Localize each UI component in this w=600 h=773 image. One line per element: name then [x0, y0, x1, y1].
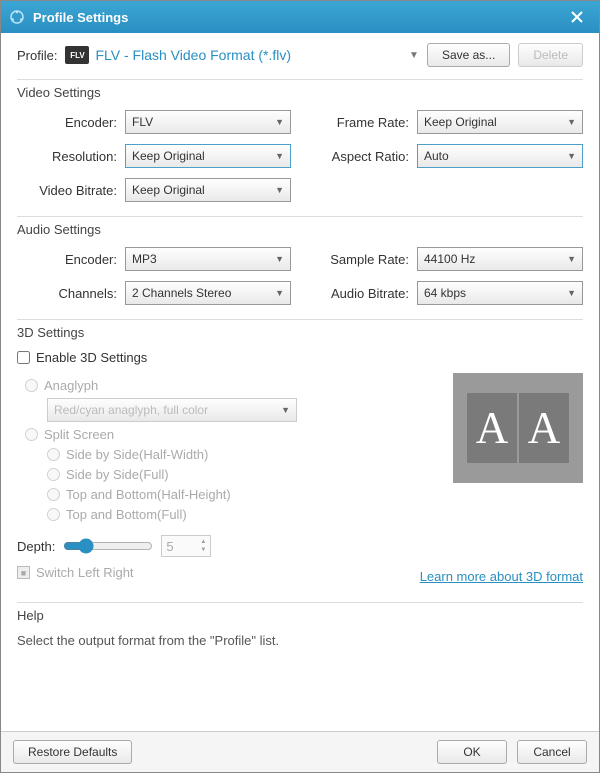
anaglyph-dropdown: Red/cyan anaglyph, full color ▼ [47, 398, 297, 422]
app-icon [9, 9, 25, 25]
aspect-dropdown[interactable]: Auto ▼ [417, 144, 583, 168]
audio-section: Audio Settings Encoder: MP3 ▼ Sample Rat… [17, 218, 583, 305]
footer: Restore Defaults OK Cancel [1, 731, 599, 772]
tab-half-radio [47, 488, 60, 501]
ok-button[interactable]: OK [437, 740, 507, 764]
sbs-half-label: Side by Side(Half-Width) [66, 447, 208, 462]
chevron-down-icon: ▼ [275, 254, 284, 264]
cancel-button[interactable]: Cancel [517, 740, 587, 764]
depth-label: Depth: [17, 539, 55, 554]
spinner-value: 5 [166, 539, 173, 554]
chevron-down-icon: ▼ [275, 288, 284, 298]
dropdown-value: Keep Original [132, 149, 205, 163]
sbs-half-radio [47, 448, 60, 461]
audio-title: Audio Settings [17, 222, 583, 237]
channels-label: Channels: [17, 286, 117, 301]
close-button[interactable] [563, 3, 591, 31]
channels-dropdown[interactable]: 2 Channels Stereo ▼ [125, 281, 291, 305]
video-section: Video Settings Encoder: FLV ▼ Frame Rate… [17, 81, 583, 202]
chevron-down-icon: ▼ [567, 151, 576, 161]
help-section: Help Select the output format from the "… [17, 604, 583, 648]
resolution-label: Resolution: [17, 149, 117, 164]
chevron-down-icon: ▼ [567, 288, 576, 298]
chevron-down-icon: ▼ [567, 117, 576, 127]
dropdown-value: FLV [132, 115, 153, 129]
depth-spinner: 5 ▲▼ [161, 535, 211, 557]
profile-select[interactable]: FLV FLV - Flash Video Format (*.flv) ▼ [65, 46, 418, 64]
chevron-down-icon: ▼ [275, 117, 284, 127]
audio-bitrate-dropdown[interactable]: 64 kbps ▼ [417, 281, 583, 305]
threed-title: 3D Settings [17, 325, 583, 340]
audio-encoder-dropdown[interactable]: MP3 ▼ [125, 247, 291, 271]
video-encoder-dropdown[interactable]: FLV ▼ [125, 110, 291, 134]
chevron-down-icon: ▼ [409, 50, 419, 61]
resolution-dropdown[interactable]: Keep Original ▼ [125, 144, 291, 168]
video-title: Video Settings [17, 85, 583, 100]
preview-letter: A [519, 393, 569, 463]
learn-more-link[interactable]: Learn more about 3D format [420, 569, 583, 584]
chevron-down-icon: ▼ [275, 185, 284, 195]
samplerate-dropdown[interactable]: 44100 Hz ▼ [417, 247, 583, 271]
depth-slider[interactable] [63, 538, 153, 554]
spinner-arrows: ▲▼ [200, 538, 206, 554]
video-bitrate-dropdown[interactable]: Keep Original ▼ [125, 178, 291, 202]
encoder-label: Encoder: [17, 115, 117, 130]
chevron-down-icon: ▼ [275, 151, 284, 161]
chevron-down-icon: ▼ [567, 254, 576, 264]
dropdown-value: 44100 Hz [424, 252, 475, 266]
framerate-label: Frame Rate: [309, 115, 409, 130]
content-area: Profile: FLV FLV - Flash Video Format (*… [1, 33, 599, 731]
profile-row: Profile: FLV FLV - Flash Video Format (*… [17, 43, 583, 67]
help-text: Select the output format from the "Profi… [17, 633, 583, 648]
preview-letter: A [467, 393, 517, 463]
video-bitrate-label: Video Bitrate: [17, 183, 117, 198]
dropdown-value: Red/cyan anaglyph, full color [54, 403, 208, 417]
flv-icon: FLV [65, 46, 89, 64]
dropdown-value: 2 Channels Stereo [132, 286, 231, 300]
dropdown-value: Auto [424, 149, 449, 163]
tab-full-label: Top and Bottom(Full) [66, 507, 187, 522]
tab-half-label: Top and Bottom(Half-Height) [66, 487, 231, 502]
anaglyph-radio [25, 379, 38, 392]
titlebar: Profile Settings [1, 1, 599, 33]
framerate-dropdown[interactable]: Keep Original ▼ [417, 110, 583, 134]
sbs-full-label: Side by Side(Full) [66, 467, 169, 482]
split-label: Split Screen [44, 427, 114, 442]
chevron-down-icon: ▼ [281, 405, 290, 415]
window-title: Profile Settings [33, 10, 128, 25]
restore-defaults-button[interactable]: Restore Defaults [13, 740, 132, 764]
sbs-full-radio [47, 468, 60, 481]
aspect-label: Aspect Ratio: [309, 149, 409, 164]
dropdown-value: 64 kbps [424, 286, 466, 300]
saveas-button[interactable]: Save as... [427, 43, 510, 67]
help-title: Help [17, 608, 583, 623]
audio-bitrate-label: Audio Bitrate: [309, 286, 409, 301]
dropdown-value: Keep Original [424, 115, 497, 129]
audio-encoder-label: Encoder: [17, 252, 117, 267]
tab-full-radio [47, 508, 60, 521]
threed-preview-area: A A [453, 373, 583, 527]
switch-label: Switch Left Right [36, 565, 134, 580]
profile-label: Profile: [17, 48, 57, 63]
enable-3d-checkbox[interactable] [17, 351, 30, 364]
profile-value: FLV - Flash Video Format (*.flv) [95, 47, 291, 63]
samplerate-label: Sample Rate: [309, 252, 409, 267]
split-radio [25, 428, 38, 441]
preview-image: A A [453, 373, 583, 483]
enable-3d-label: Enable 3D Settings [36, 350, 147, 365]
anaglyph-label: Anaglyph [44, 378, 98, 393]
dropdown-value: Keep Original [132, 183, 205, 197]
delete-button: Delete [518, 43, 583, 67]
switch-checkbox: ■ [17, 566, 30, 579]
dropdown-value: MP3 [132, 252, 157, 266]
threed-section: 3D Settings Enable 3D Settings Anaglyph … [17, 321, 583, 588]
